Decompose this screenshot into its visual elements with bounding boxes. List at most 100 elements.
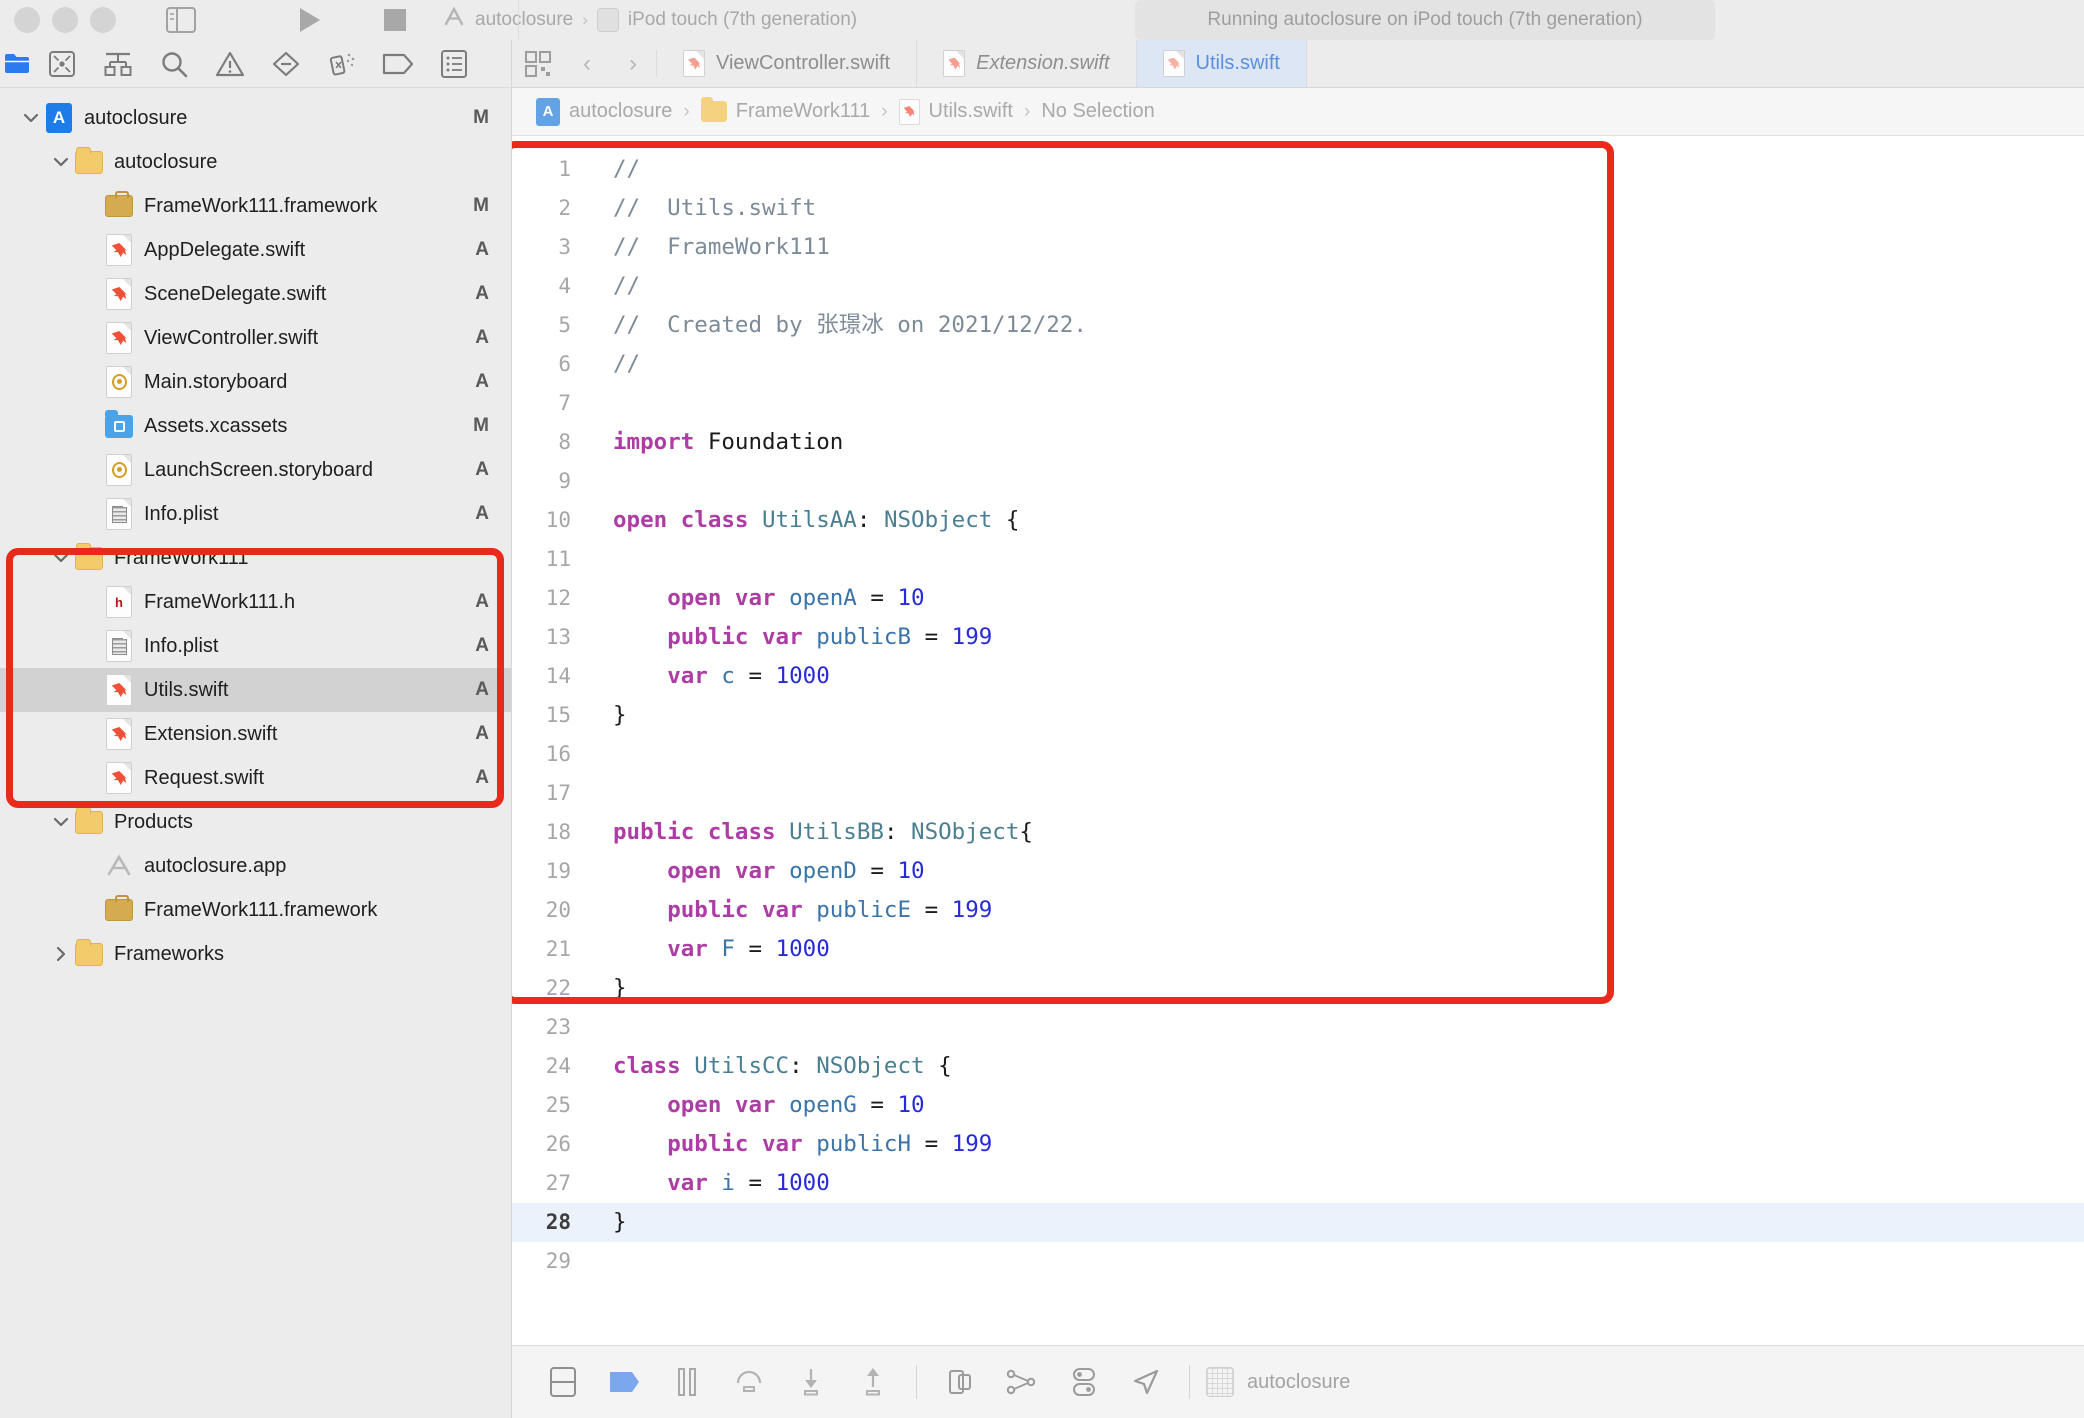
code-line-2[interactable]: 2 // Utils.swift (512, 189, 2084, 228)
navigator-item-assets-xcassets[interactable]: Assets.xcassets M (0, 404, 511, 448)
code-line-21[interactable]: 21 var F = 1000 (512, 930, 2084, 969)
code-line-8[interactable]: 8 import Foundation (512, 423, 2084, 462)
code-line-11[interactable]: 11 (512, 540, 2084, 579)
zoom-button[interactable] (90, 7, 116, 33)
code-line-1[interactable]: 1 // (512, 150, 2084, 189)
navigator-item-framework111-framework[interactable]: FrameWork111.framework M (0, 184, 511, 228)
back-button[interactable]: ‹ (564, 40, 610, 87)
editor-tab-extension-swift[interactable]: Extension.swift (917, 40, 1137, 87)
navigator-item-label: Extension.swift (144, 722, 278, 745)
code-line-14[interactable]: 14 var c = 1000 (512, 657, 2084, 696)
navigator-tab-issue[interactable] (202, 40, 258, 88)
navigator-tab-report[interactable] (426, 40, 482, 88)
chevron-down-icon[interactable] (48, 552, 74, 564)
code-line-28[interactable]: 28} (512, 1203, 2084, 1242)
code-line-27[interactable]: 27 var i = 1000 (512, 1164, 2084, 1203)
toggle-navigator-icon[interactable] (166, 7, 196, 33)
code-line-19[interactable]: 19 open var openD = 10 (512, 852, 2084, 891)
code-line-20[interactable]: 20 public var publicE = 199 (512, 891, 2084, 930)
navigator-tab-bar (0, 40, 511, 88)
navigator-item-extension-swift[interactable]: Extension.swift A (0, 712, 511, 756)
navigator-item-framework111[interactable]: FrameWork111 (0, 536, 511, 580)
environment-overrides-icon[interactable] (1053, 1346, 1115, 1418)
step-into-icon[interactable] (780, 1346, 842, 1418)
navigator-tab-source-control[interactable] (34, 40, 90, 88)
navigator-item-info-plist[interactable]: Info.plist A (0, 492, 511, 536)
code-line-24[interactable]: 24 class UtilsCC: NSObject { (512, 1047, 2084, 1086)
stop-button[interactable] (382, 7, 408, 33)
code-line-13[interactable]: 13 public var publicB = 199 (512, 618, 2084, 657)
forward-button[interactable]: › (610, 40, 656, 87)
view-hierarchy-icon[interactable] (929, 1346, 991, 1418)
navigator-item-main-storyboard[interactable]: Main.storyboard A (0, 360, 511, 404)
navigator-item-request-swift[interactable]: Request.swift A (0, 756, 511, 800)
code-line-6[interactable]: 6 // (512, 345, 2084, 384)
line-number: 25 (545, 1093, 571, 1117)
navigator-tab-project[interactable] (0, 40, 34, 88)
code-line-23[interactable]: 23 (512, 1008, 2084, 1047)
navigator-item-scenedelegate-swift[interactable]: SceneDelegate.swift A (0, 272, 511, 316)
navigator-item-autoclosure-app[interactable]: autoclosure.app (0, 844, 511, 888)
navigator-item-products[interactable]: Products (0, 800, 511, 844)
toggle-console-icon[interactable] (532, 1346, 594, 1418)
navigator-tab-find[interactable] (146, 40, 202, 88)
navigator-item-frameworks[interactable]: Frameworks (0, 932, 511, 976)
navigator-item-autoclosure[interactable]: Aautoclosure M (0, 96, 511, 140)
navigator-item-info-plist[interactable]: Info.plist A (0, 624, 511, 668)
code-line-29[interactable]: 29 (512, 1242, 2084, 1281)
jump-bar-breadcrumb[interactable]: A autoclosure › FrameWork111 › Utils.swi… (512, 88, 2084, 136)
step-out-icon[interactable] (842, 1346, 904, 1418)
code-line-10[interactable]: 10 open class UtilsAA: NSObject { (512, 501, 2084, 540)
breakpoint-icon[interactable] (594, 1346, 656, 1418)
breadcrumb-item-3[interactable]: No Selection (1041, 100, 1154, 123)
navigator-item-framework111-h[interactable]: h FrameWork111.h A (0, 580, 511, 624)
line-number: 6 (558, 352, 571, 376)
code-line-9[interactable]: 9 (512, 462, 2084, 501)
breadcrumb-item-0[interactable]: autoclosure (569, 100, 672, 123)
navigator-tab-debug[interactable] (314, 40, 370, 88)
code-line-4[interactable]: 4 // (512, 267, 2084, 306)
editor-tab-viewcontroller-swift[interactable]: ViewController.swift (657, 40, 918, 87)
code-line-17[interactable]: 17 (512, 774, 2084, 813)
navigator-item-autoclosure[interactable]: autoclosure (0, 140, 511, 184)
code-line-26[interactable]: 26 public var publicH = 199 (512, 1125, 2084, 1164)
scheme-selector[interactable]: autoclosure › iPod touch (7th generation… (442, 5, 857, 35)
navigator-item-viewcontroller-swift[interactable]: ViewController.swift A (0, 316, 511, 360)
navigator-tab-symbol[interactable] (90, 40, 146, 88)
status-badge: A (475, 283, 489, 304)
breadcrumb-item-2[interactable]: Utils.swift (929, 100, 1013, 123)
navigator-item-framework111-framework[interactable]: FrameWork111.framework (0, 888, 511, 932)
chevron-down-icon[interactable] (18, 112, 44, 124)
editor-tab-utils-swift[interactable]: Utils.swift (1136, 40, 1307, 87)
code-line-25[interactable]: 25 open var openG = 10 (512, 1086, 2084, 1125)
chevron-down-icon[interactable] (48, 156, 74, 168)
navigator-item-launchscreen-storyboard[interactable]: LaunchScreen.storyboard A (0, 448, 511, 492)
navigator-item-utils-swift[interactable]: Utils.swift A (0, 668, 511, 712)
pause-icon[interactable] (656, 1346, 718, 1418)
chevron-down-icon[interactable] (48, 816, 74, 828)
code-line-16[interactable]: 16 (512, 735, 2084, 774)
memory-graph-icon[interactable] (991, 1346, 1053, 1418)
code-line-22[interactable]: 22} (512, 969, 2084, 1008)
code-line-5[interactable]: 5 // Created by 张璟冰 on 2021/12/22. (512, 306, 2084, 345)
close-button[interactable] (14, 7, 40, 33)
code-line-12[interactable]: 12 open var openA = 10 (512, 579, 2084, 618)
breadcrumb-item-1[interactable]: FrameWork111 (736, 100, 870, 123)
code-lines[interactable]: 1 // 2 // Utils.swift 3 // FrameWork111 4 // 5 //… (512, 136, 2084, 1281)
debug-process[interactable]: autoclosure (1206, 1367, 1350, 1397)
code-line-3[interactable]: 3 // FrameWork111 (512, 228, 2084, 267)
navigator-tab-breakpoint[interactable] (370, 40, 426, 88)
run-button[interactable] (294, 5, 324, 35)
chevron-right-icon[interactable] (48, 946, 74, 962)
minimize-button[interactable] (52, 7, 78, 33)
navigator-item-appdelegate-swift[interactable]: AppDelegate.swift A (0, 228, 511, 272)
step-over-icon[interactable] (718, 1346, 780, 1418)
code-line-18[interactable]: 18 public class UtilsBB: NSObject{ (512, 813, 2084, 852)
project-navigator-tree[interactable]: Aautoclosure Mautoclosure FrameWork111.fra… (0, 88, 511, 1418)
navigator-tab-test[interactable] (258, 40, 314, 88)
related-items-icon[interactable] (512, 40, 564, 87)
location-arrow-icon[interactable] (1115, 1346, 1177, 1418)
source-editor[interactable]: 1 // 2 // Utils.swift 3 // FrameWork111 4 // 5 //… (512, 136, 2084, 1345)
code-line-7[interactable]: 7 (512, 384, 2084, 423)
code-line-15[interactable]: 15} (512, 696, 2084, 735)
